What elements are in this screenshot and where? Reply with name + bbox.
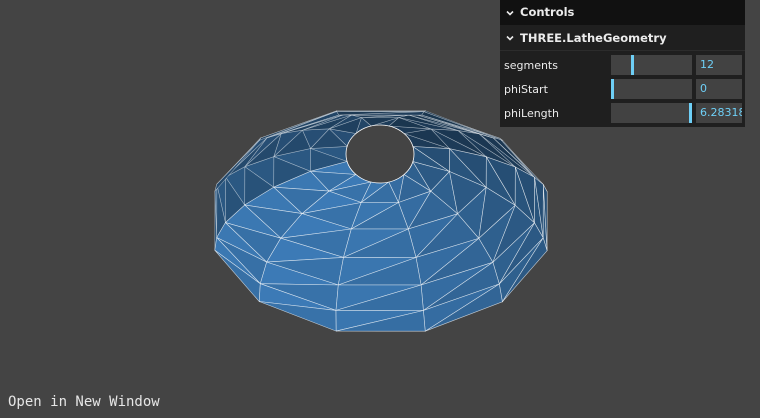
open-in-new-window-link[interactable]: Open in New Window bbox=[8, 394, 160, 410]
segments-slider-handle[interactable] bbox=[631, 55, 634, 75]
segments-label: segments bbox=[504, 58, 558, 72]
segments-slider[interactable] bbox=[611, 55, 692, 75]
control-row-phistart: phiStart 0 bbox=[500, 77, 745, 101]
philength-input[interactable]: 6.28318 bbox=[696, 103, 742, 123]
controls-title: Controls bbox=[520, 5, 575, 19]
phistart-slider-handle[interactable] bbox=[611, 79, 614, 99]
philength-slider[interactable] bbox=[611, 103, 692, 123]
mesh-top-opening bbox=[345, 124, 415, 184]
lathe-mesh bbox=[214, 110, 548, 332]
control-row-segments: segments 12 bbox=[500, 53, 745, 77]
lathe-folder-title[interactable]: THREE.LatheGeometry bbox=[500, 26, 745, 51]
chevron-down-icon bbox=[506, 10, 514, 16]
controls-title-bar[interactable]: Controls bbox=[500, 0, 745, 25]
controls-panel: Controls THREE.LatheGeometry segments 12… bbox=[500, 0, 745, 127]
chevron-down-icon bbox=[506, 35, 514, 41]
segments-input[interactable]: 12 bbox=[696, 55, 742, 75]
phistart-slider[interactable] bbox=[611, 79, 692, 99]
philength-label: phiLength bbox=[504, 106, 559, 120]
phistart-label: phiStart bbox=[504, 82, 548, 96]
phistart-input[interactable]: 0 bbox=[696, 79, 742, 99]
folder-title: THREE.LatheGeometry bbox=[520, 30, 667, 45]
philength-slider-handle[interactable] bbox=[689, 103, 692, 123]
control-row-philength: phiLength 6.28318 bbox=[500, 101, 745, 125]
